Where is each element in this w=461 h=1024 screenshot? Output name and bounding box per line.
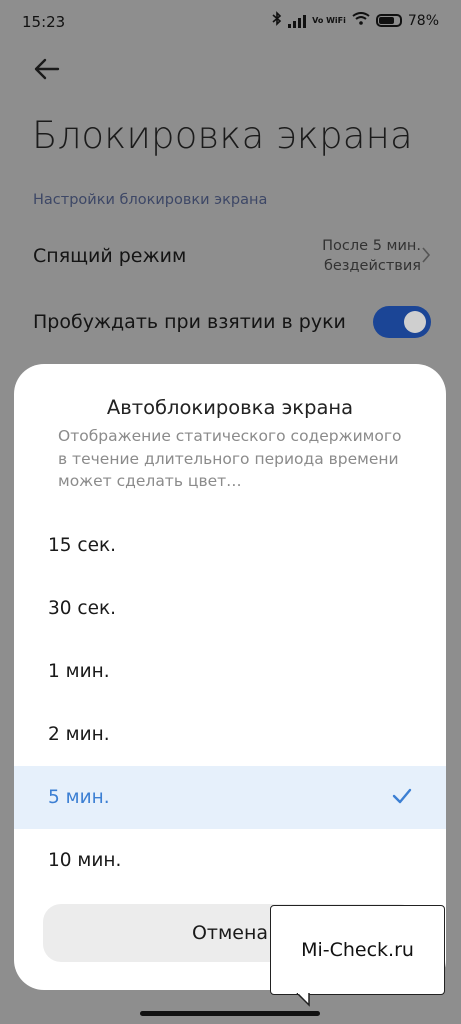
- option-5-min[interactable]: 5 мин.: [14, 766, 446, 829]
- option-label: 30 сек.: [48, 598, 117, 619]
- wake-on-lift-toggle[interactable]: [373, 306, 431, 338]
- battery-level: 78%: [407, 12, 439, 29]
- option-30-sec[interactable]: 30 сек.: [14, 577, 446, 640]
- sleep-mode-value-line2: бездействия: [323, 258, 421, 274]
- dialog-description: Отображение статического содержимого в т…: [58, 427, 402, 490]
- chevron-right-icon: [421, 246, 431, 269]
- option-label: 15 сек.: [48, 535, 117, 556]
- sleep-mode-row[interactable]: Спящий режим После 5 мин. бездействия: [33, 236, 431, 276]
- option-label: 2 мин.: [48, 724, 110, 745]
- wifi-icon: [352, 12, 370, 29]
- back-arrow-icon[interactable]: [30, 52, 64, 86]
- option-label: 1 мин.: [48, 661, 110, 682]
- wake-on-lift-label: Пробуждать при взятии в руки: [33, 311, 346, 333]
- bluetooth-icon: [272, 11, 282, 30]
- status-icons: Vo WiFi 78%: [272, 11, 439, 30]
- option-1-min[interactable]: 1 мин.: [14, 640, 446, 703]
- auto-lock-dialog: Автоблокировка экрана Отображение статич…: [14, 364, 446, 990]
- watermark-tail: [296, 993, 310, 1007]
- signal-icon: [288, 14, 307, 28]
- option-10-min[interactable]: 10 мин.: [14, 829, 446, 892]
- settings-screen: 15:23 Vo WiFi 78% Блокировка экрана Наст…: [0, 0, 461, 1024]
- vowifi-icon: Vo WiFi: [312, 15, 346, 25]
- home-indicator[interactable]: [140, 1011, 320, 1016]
- section-label: Настройки блокировки экрана: [33, 192, 268, 208]
- battery-icon: [375, 14, 402, 27]
- option-15-sec[interactable]: 15 сек.: [14, 514, 446, 577]
- status-bar: 15:23 Vo WiFi 78%: [0, 0, 461, 48]
- checkmark-icon: [392, 788, 412, 809]
- sleep-mode-value-line1: После 5 мин.: [322, 238, 421, 254]
- sleep-mode-value: После 5 мин. бездействия: [322, 236, 421, 276]
- wake-on-lift-row: Пробуждать при взятии в руки: [33, 306, 431, 338]
- option-label: 5 мин.: [48, 787, 110, 808]
- toggle-knob: [404, 311, 426, 333]
- watermark-bubble: Mi-Check.ru: [270, 905, 445, 995]
- sleep-mode-label: Спящий режим: [33, 245, 187, 267]
- status-time: 15:23: [22, 13, 66, 31]
- option-label: 10 мин.: [48, 850, 122, 871]
- option-2-min[interactable]: 2 мин.: [14, 703, 446, 766]
- page-title: Блокировка экрана: [32, 114, 413, 157]
- dialog-title: Автоблокировка экрана: [106, 396, 354, 419]
